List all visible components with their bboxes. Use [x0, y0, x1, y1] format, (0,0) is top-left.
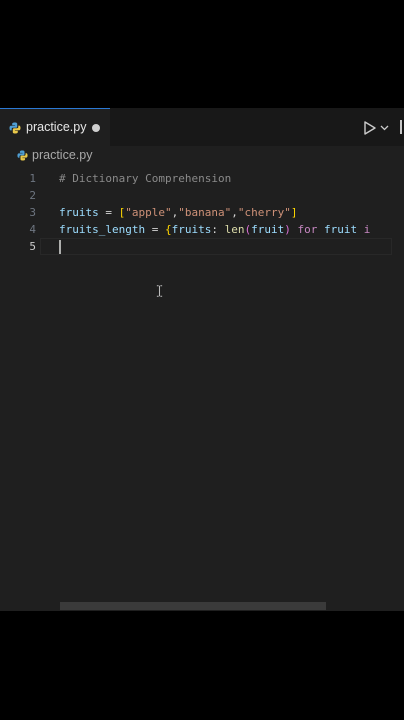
tab-practice-py[interactable]: practice.py: [0, 108, 110, 146]
text-cursor: [59, 240, 61, 254]
token-comma: ,: [231, 206, 238, 219]
play-icon: [364, 121, 389, 135]
token-bracket: ]: [290, 206, 298, 219]
python-file-icon: [17, 150, 28, 161]
tab-bar: practice.py: [0, 108, 404, 146]
token-variable: fruit: [251, 223, 285, 236]
token-operator: =: [98, 206, 119, 219]
unsaved-changes-dot-icon[interactable]: [92, 124, 100, 132]
token-colon: :: [211, 223, 225, 236]
token-variable: fruits: [171, 223, 212, 236]
code-editor[interactable]: 1 # Dictionary Comprehension 2 3 fruits …: [0, 166, 404, 596]
code-line[interactable]: 3 fruits = ["apple","banana","cherry"]: [0, 204, 404, 221]
more-actions-button[interactable]: [398, 118, 404, 136]
code-text: fruits = ["apple","banana","cherry"]: [59, 204, 297, 221]
breadcrumb: practice.py: [0, 146, 404, 166]
token-keyword: i: [363, 223, 371, 236]
token-bracket: {: [164, 223, 172, 236]
chevron-down-icon: [380, 125, 389, 131]
line-number: 3: [29, 206, 36, 219]
line-number: 4: [29, 223, 36, 236]
token-bracket: ): [284, 223, 291, 236]
token-variable: fruit: [323, 223, 358, 236]
code-text: # Dictionary Comprehension: [59, 172, 232, 185]
editor-window: practice.py practice.py 1 # Dictionary C…: [0, 108, 404, 611]
token-keyword: for: [297, 223, 318, 236]
token-function: len: [224, 223, 245, 236]
python-file-icon: [9, 122, 21, 134]
code-line[interactable]: 4 fruits_length = {fruits: len(fruit) fo…: [0, 221, 404, 238]
run-python-file-button[interactable]: [362, 120, 392, 136]
code-line[interactable]: 2: [0, 187, 404, 204]
line-number: 1: [29, 172, 36, 185]
token-variable: fruits: [59, 206, 99, 219]
token-string: "cherry": [237, 206, 291, 219]
token-variable: fruits_length: [59, 223, 146, 236]
current-line-highlight: [40, 238, 392, 255]
token-string: "banana": [178, 206, 232, 219]
code-line[interactable]: 1 # Dictionary Comprehension: [0, 170, 404, 187]
horizontal-scrollbar[interactable]: [60, 602, 326, 610]
line-number: 2: [29, 189, 36, 202]
breadcrumb-file[interactable]: practice.py: [32, 148, 92, 162]
token-operator: =: [145, 223, 165, 236]
line-number: 5: [29, 240, 36, 253]
tab-label: practice.py: [26, 120, 87, 134]
more-actions-bar: [400, 120, 402, 134]
code-text: fruits_length = {fruits: len(fruit) for …: [59, 221, 370, 238]
token-string: "apple": [125, 206, 172, 219]
ibeam-cursor-icon: [156, 285, 163, 297]
code-line-active[interactable]: 5: [0, 238, 404, 255]
